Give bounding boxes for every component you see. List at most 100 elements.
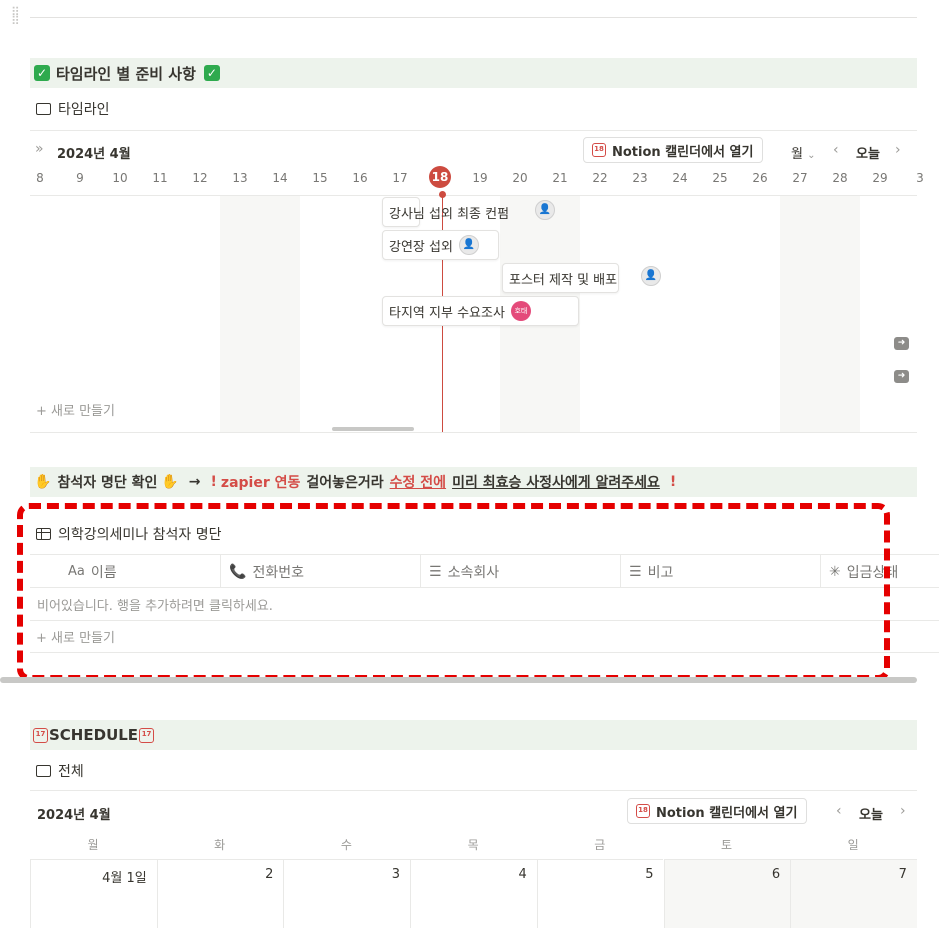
calendar-date-label: 6 [771, 867, 781, 882]
annotation-highlight-box [17, 503, 890, 681]
calendar-date-label: 7 [898, 867, 907, 882]
task-title: 강사님 섭외 최종 컨펌 [389, 206, 510, 222]
view-mode-select[interactable]: 월 ⌄ [791, 143, 816, 162]
new-item-button[interactable]: + 새로 만들기 [36, 400, 115, 419]
timeline-day-number: 10 [112, 171, 128, 185]
weekday-header: 금 [594, 838, 606, 852]
timeline-callout: ✓ 타임라인 별 준비 사항 ✓ [30, 58, 917, 88]
timeline-day-number: 14 [272, 171, 288, 185]
timeline-day-number: 15 [312, 171, 328, 185]
view-tab-timeline[interactable]: 타임라인 [36, 96, 110, 122]
calendar-icon: 17 [139, 727, 155, 743]
timeline-day-number: 17 [392, 171, 408, 185]
timeline-day-number: 3 [916, 171, 924, 185]
prev-arrow-icon[interactable]: ‹ [833, 142, 839, 158]
timeline-day-number: 25 [712, 171, 728, 185]
weekday-header: 일 [847, 838, 859, 852]
timeline-day-number: 21 [552, 171, 568, 185]
timeline-day-number: 20 [512, 171, 528, 185]
new-item-label: 새로 만들기 [51, 404, 115, 419]
calendar-date-label: 4 [518, 867, 527, 882]
zapier-text: zapier 연동 [220, 475, 301, 491]
callout-title: 참석자 명단 확인 [57, 475, 158, 491]
calendar-view-icon [36, 765, 51, 777]
calendar-date-label: 2 [265, 867, 274, 882]
timeline-day-number: 26 [752, 171, 768, 185]
callout-text: 수정 전에 [389, 475, 447, 491]
timeline-day-number: 22 [592, 171, 608, 185]
calendar-icon: 18 [636, 804, 650, 818]
callout-title: 타임라인 별 준비 사항 [56, 64, 196, 83]
exclamation-text: ! [669, 474, 677, 490]
assignee-avatar: 호태 [510, 301, 531, 321]
divider [30, 130, 917, 131]
calendar-icon: 17 [33, 727, 48, 743]
divider [30, 17, 917, 18]
task-bar[interactable]: 강연장 섭외 👤 [382, 230, 499, 260]
person-avatar-icon: 👤 [458, 235, 479, 255]
button-label: Notion 캘린더에서 열기 [612, 144, 754, 160]
schedule-callout: 17 SCHEDULE 17 [30, 720, 917, 750]
drag-handle-icon[interactable]: ⠿ ⠿ [11, 6, 23, 27]
timeline-icon [36, 103, 51, 115]
timeline-day-number: 27 [792, 171, 808, 185]
calendar-day-cell[interactable]: 5 [536, 859, 664, 928]
horizontal-scrollbar[interactable] [332, 427, 414, 431]
weekend-column [780, 196, 860, 432]
view-tab-label: 전체 [58, 764, 84, 780]
task-bar[interactable]: 포스터 제작 및 배포 [502, 263, 619, 293]
attendee-callout: ✋ 참석자 명단 확인 ✋ → ! zapier 연동 걸어놓은거라 수정 전에… [30, 467, 917, 497]
timeline-day-number: 24 [672, 171, 688, 185]
timeline-day-number: 13 [232, 171, 248, 185]
offscreen-arrow-icon[interactable]: ➜ [894, 370, 909, 383]
today-marker: 18 [429, 166, 451, 188]
horizontal-scrollbar[interactable] [0, 677, 917, 683]
month-label: 2024년 4월 [57, 147, 131, 162]
divider [30, 195, 917, 196]
view-tab-label: 타임라인 [58, 102, 110, 118]
timeline-day-number: 9 [76, 171, 84, 185]
prev-arrow-icon[interactable]: ‹ [836, 803, 842, 819]
chevron-down-icon: ⌄ [807, 150, 816, 161]
calendar-day-cell[interactable]: 4 [410, 859, 537, 928]
weekday-header: 수 [340, 838, 352, 852]
timeline-day-number: 18 [420, 166, 460, 188]
view-mode-label: 월 [791, 147, 803, 162]
offscreen-arrow-icon[interactable]: ➜ [894, 337, 909, 350]
task-title: 타지역 지부 수요조사 [389, 305, 505, 321]
weekday-header: 목 [467, 838, 479, 852]
timeline-day-number: 23 [632, 171, 648, 185]
timeline-day-number: 16 [352, 171, 368, 185]
task-title: 강연장 섭외 [389, 239, 453, 255]
today-dot [439, 191, 446, 198]
weekend-column [220, 196, 300, 432]
calendar-day-cell[interactable]: 3 [283, 859, 411, 928]
today-button[interactable]: 오늘 [859, 804, 883, 823]
calendar-icon: 18 [592, 143, 606, 157]
callout-text: 걸어놓은거라 [306, 475, 384, 491]
open-notion-calendar-button[interactable]: 18 Notion 캘린더에서 열기 [583, 137, 764, 163]
exclamation-text: ! [210, 474, 217, 490]
calendar-day-cell[interactable]: 4월 1일 [30, 859, 157, 928]
timeline-day-number: 8 [36, 171, 44, 185]
open-notion-calendar-button[interactable]: 18 Notion 캘린더에서 열기 [627, 798, 808, 824]
calendar-day-cell[interactable]: 6 [663, 859, 791, 928]
divider [30, 790, 917, 791]
next-arrow-icon[interactable]: › [895, 142, 901, 158]
check-icon: ✓ [203, 65, 220, 81]
timeline-day-number: 11 [152, 171, 168, 185]
callout-title: SCHEDULE [49, 726, 139, 744]
weekday-header: 월 [87, 838, 99, 852]
expand-chevrons-icon[interactable]: » [35, 141, 44, 157]
next-arrow-icon[interactable]: › [900, 803, 906, 819]
calendar-day-cell[interactable]: 7 [790, 859, 917, 928]
calendar-date-label: 4월 1일 [102, 871, 147, 886]
today-button[interactable]: 오늘 [856, 143, 880, 162]
month-label: 2024년 4월 [37, 808, 111, 823]
task-bar[interactable]: 타지역 지부 수요조사 호태 [382, 296, 579, 326]
calendar-day-cell[interactable]: 2 [156, 859, 284, 928]
hand-icon: ✋ [161, 474, 179, 490]
view-tab-all[interactable]: 전체 [36, 758, 84, 784]
task-bar[interactable]: 강사님 섭외 최종 컨펌 [382, 197, 509, 227]
callout-notice: 미리 최효승 사정사에게 알려주세요 [452, 475, 660, 491]
